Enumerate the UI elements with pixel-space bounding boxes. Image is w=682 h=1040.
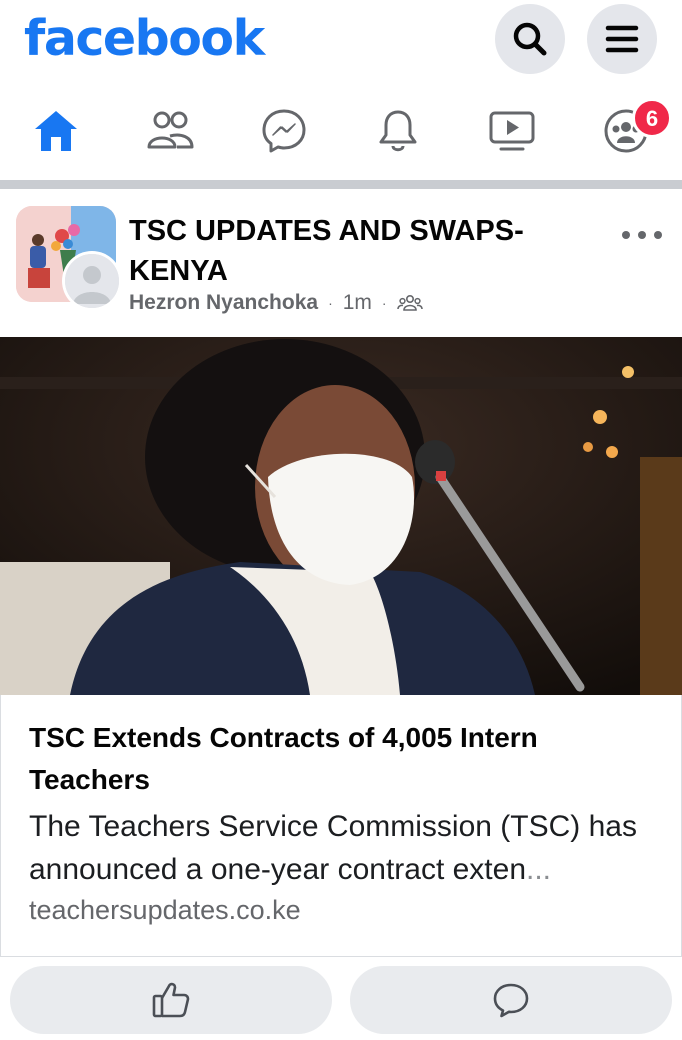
group-name[interactable]: TSC UPDATES AND SWAPS-KENYA — [129, 211, 599, 291]
post-header: TSC UPDATES AND SWAPS-KENYA Hezron Nyanc… — [0, 189, 682, 337]
comment-icon — [493, 983, 529, 1018]
like-button[interactable] — [10, 966, 332, 1034]
meta-separator: · — [381, 295, 387, 311]
facebook-logo[interactable]: facebook — [24, 6, 265, 72]
tab-friends[interactable] — [130, 82, 210, 180]
friends-icon — [147, 111, 194, 149]
groups-notification-badge: 6 — [632, 98, 672, 138]
link-preview-card[interactable]: TSC Extends Contracts of 4,005 Intern Te… — [0, 695, 682, 957]
more-options-button[interactable] — [622, 225, 662, 245]
more-options-icon — [622, 231, 630, 239]
video-icon — [489, 111, 535, 151]
tab-notifications[interactable] — [358, 82, 438, 180]
tab-groups[interactable]: 6 — [586, 82, 672, 180]
hamburger-menu-icon — [605, 25, 639, 53]
speaker-photo — [0, 337, 682, 695]
search-icon — [513, 22, 547, 56]
tab-watch[interactable] — [472, 82, 552, 180]
link-domain[interactable]: teachersupdates.co.ke — [29, 891, 301, 929]
messenger-icon — [262, 109, 306, 153]
default-profile-icon — [65, 254, 119, 308]
feed-divider — [0, 180, 682, 189]
post-time[interactable]: 1m — [343, 291, 372, 315]
comment-button[interactable] — [350, 966, 672, 1034]
search-button[interactable] — [495, 4, 565, 74]
tab-home[interactable] — [16, 82, 96, 180]
menu-button[interactable] — [587, 4, 657, 74]
tab-messenger[interactable] — [244, 82, 324, 180]
home-icon — [35, 111, 77, 151]
post-meta: Hezron Nyanchoka · 1m · — [129, 291, 423, 315]
like-thumbs-up-icon — [152, 982, 190, 1018]
bell-icon — [379, 110, 417, 152]
author-avatar[interactable] — [62, 251, 122, 311]
link-title[interactable]: TSC Extends Contracts of 4,005 Intern Te… — [29, 717, 649, 801]
truncation-ellipsis: ... — [526, 853, 552, 886]
top-bar: facebook — [0, 0, 682, 82]
post-link-image[interactable] — [0, 337, 682, 695]
post-actions — [0, 957, 682, 1040]
link-description: The Teachers Service Commission (TSC) ha… — [29, 805, 659, 891]
group-audience-icon — [396, 294, 423, 311]
author-name[interactable]: Hezron Nyanchoka — [129, 291, 318, 315]
meta-separator: · — [328, 295, 333, 311]
tab-bar: 6 — [0, 82, 682, 180]
